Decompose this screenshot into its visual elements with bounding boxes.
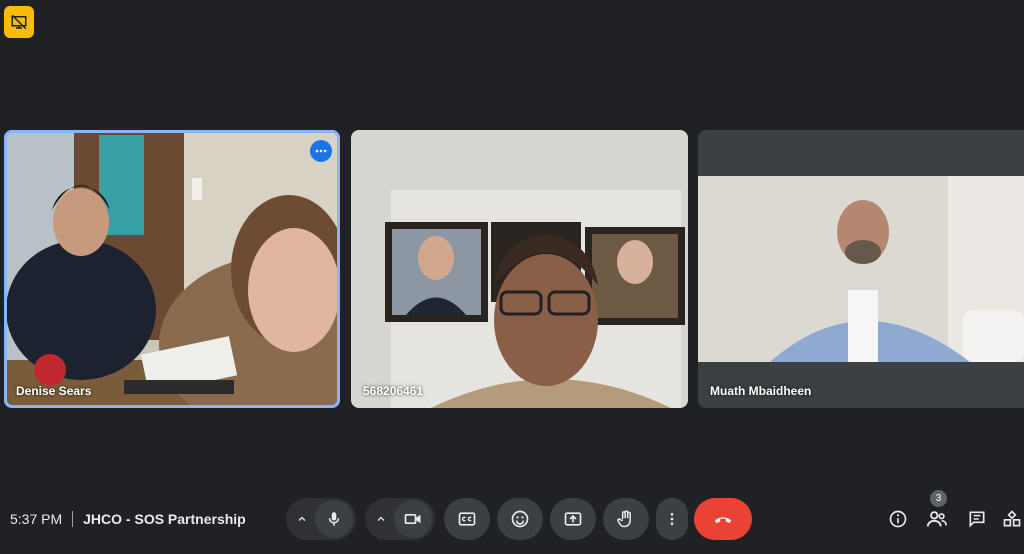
more-options-icon[interactable] [310, 140, 332, 162]
raise-hand-icon [617, 510, 631, 528]
mic-icon [328, 512, 340, 526]
mic-button[interactable] [315, 500, 353, 538]
captions-button[interactable] [444, 498, 490, 540]
caret-up-icon[interactable] [289, 513, 315, 525]
camera-icon [404, 514, 421, 524]
camera-control-group [365, 498, 435, 540]
call-controls-bar: 5:37 PM JHCO - SOS Partnership 3 [0, 490, 1024, 548]
info-icon [889, 510, 907, 528]
participant-name: Denise Sears [16, 384, 92, 398]
participant-name: Muath Mbaidheen [710, 384, 812, 398]
camera-button[interactable] [394, 500, 432, 538]
meeting-title: JHCO - SOS Partnership [83, 511, 246, 527]
captions-icon [458, 512, 476, 526]
present-icon [564, 512, 582, 526]
more-vert-icon [670, 513, 674, 525]
divider [72, 511, 74, 527]
caret-up-icon[interactable] [368, 513, 394, 525]
activities-icon [1003, 510, 1021, 527]
emoji-icon [511, 510, 529, 528]
people-icon [926, 511, 947, 527]
present-button[interactable] [550, 498, 596, 540]
participant-tile-muath[interactable]: Muath Mbaidheen [698, 130, 1024, 408]
info-button[interactable] [883, 504, 913, 534]
video-feed [698, 130, 1024, 408]
activities-button[interactable] [1002, 504, 1024, 534]
mic-control-group [286, 498, 356, 540]
raise-hand-button[interactable] [603, 498, 649, 540]
video-feed [351, 130, 688, 408]
chat-icon [969, 511, 985, 528]
people-count-badge: 3 [930, 490, 947, 507]
meeting-info: 5:37 PM JHCO - SOS Partnership [10, 511, 246, 527]
people-button[interactable]: 3 [922, 490, 952, 534]
reactions-button[interactable] [497, 498, 543, 540]
participant-name: 568206461 [363, 384, 424, 398]
presentation-off-icon[interactable] [4, 6, 34, 38]
participant-tile-denise[interactable]: Denise Sears [4, 130, 340, 408]
end-call-button[interactable] [694, 498, 752, 540]
video-feed [4, 130, 340, 408]
chat-button[interactable] [962, 504, 992, 534]
meeting-time: 5:37 PM [10, 511, 63, 527]
more-options-button[interactable] [656, 498, 688, 540]
participant-tile-phone[interactable]: 568206461 [351, 130, 688, 408]
end-call-icon [714, 517, 732, 524]
